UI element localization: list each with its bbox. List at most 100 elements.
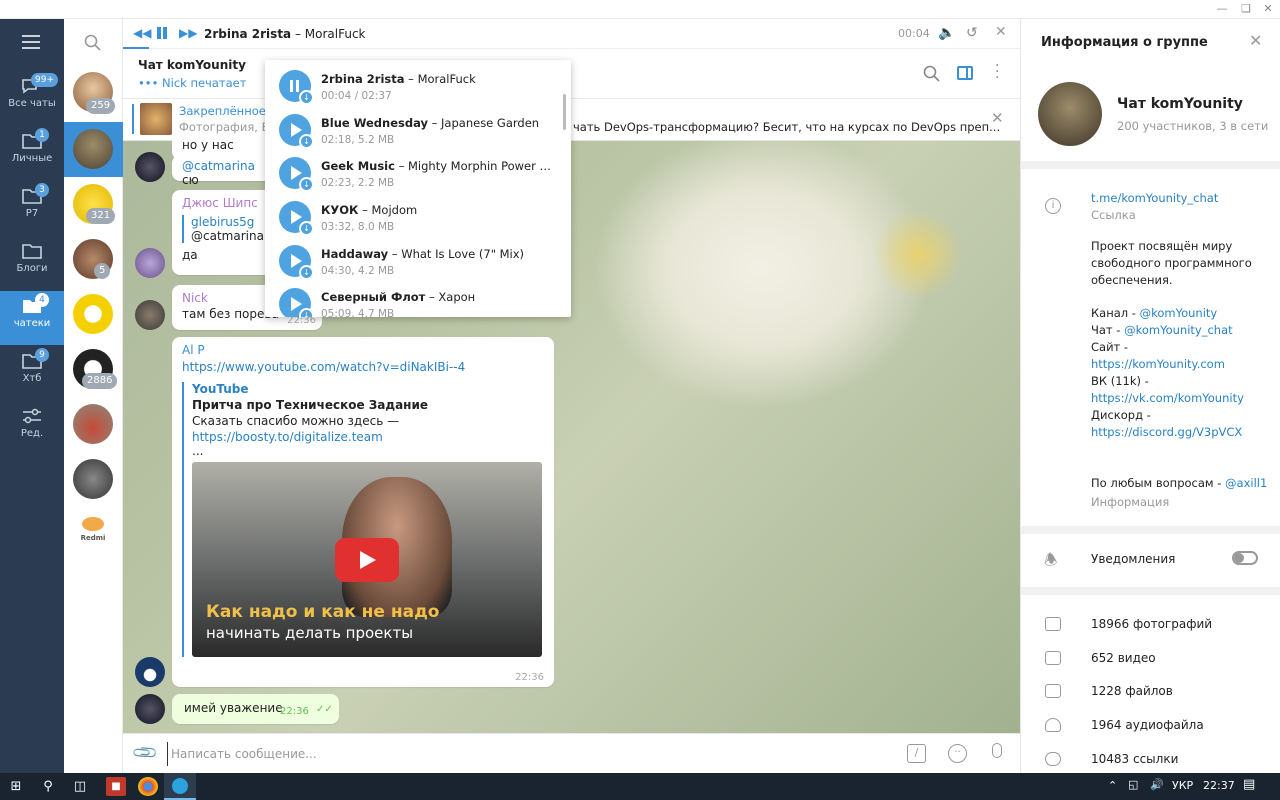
volume-icon[interactable]: 🔊 [1150,778,1164,791]
download-icon[interactable]: ↓ [299,134,314,149]
message-bubble[interactable]: Джюс Шипс glebirus5g @catmarina с да [172,190,274,275]
bot-commands-icon[interactable]: / [907,744,926,763]
microphone-icon[interactable] [992,743,1002,758]
description-text: Проект посвящён миру свободного программ… [1091,239,1252,287]
message-input[interactable]: Написать сообщение... [167,742,887,766]
search-icon[interactable] [84,34,102,55]
download-icon[interactable]: ↓ [299,308,314,317]
download-icon[interactable]: ↓ [299,90,314,105]
video-icon [1045,651,1061,665]
language-indicator[interactable]: УКР [1172,779,1193,792]
message-bubble-outgoing[interactable]: имей уважение 22:36 ✓✓ [172,694,339,724]
repeat-icon[interactable]: ↺ [966,25,978,41]
folder-label: Блоги [16,263,48,274]
questions-mention[interactable]: @axill1 [1225,476,1267,490]
message-avatar[interactable] [135,248,165,278]
message-author[interactable]: Al P [182,343,544,357]
track-title: – MoralFuck [404,72,476,86]
search-icon[interactable] [923,65,941,86]
more-icon[interactable]: · · · [995,59,999,85]
chat-title[interactable]: Чат komYounity [138,58,246,72]
folder-p7[interactable]: 3 P7 [0,181,64,235]
channel-link[interactable]: @komYounity [1140,306,1218,320]
media-files[interactable]: 1228 файлов [1091,684,1173,698]
read-checkmarks-icon: ✓✓ [316,704,333,715]
chrome-icon[interactable] [138,777,158,796]
menu-icon[interactable] [22,35,40,49]
close-player-icon[interactable]: ✕ [995,24,1007,40]
video-thumbnail[interactable]: Как надо и как не надо начинать делать п… [192,462,542,657]
playlist-track[interactable]: ↓ Blue Wednesday – Japanese Garden 02:18… [279,110,564,153]
folder-htb[interactable]: 9 Хтб [0,346,64,400]
maximize-icon[interactable]: ❏ [1238,2,1254,16]
tray-chevron-icon[interactable]: ⌃ [1108,779,1117,792]
discord-link[interactable]: https://discord.gg/V3pVCX [1091,424,1271,441]
volume-icon[interactable]: 🔈 [938,25,955,41]
chat-avatar[interactable] [73,294,113,334]
playlist-track[interactable]: ↓ 2rbina 2rista – MoralFuck 00:04 / 02:3… [279,66,564,109]
message-placeholder: Написать сообщение... [171,747,317,761]
download-icon[interactable]: ↓ [299,177,314,192]
message-link[interactable]: https://www.youtube.com/watch?v=diNakIBi… [182,360,544,374]
site-link[interactable]: https://komYounity.com [1091,356,1271,373]
clock[interactable]: 22:37 [1203,779,1235,792]
playlist-track[interactable]: ↓ КУОК – Mojdom 03:32, 8.0 MB [279,197,564,240]
next-track-icon[interactable]: ▶▶ [179,26,197,40]
task-view-icon[interactable]: ◫ [70,777,90,796]
track-info: 05:09, 4.7 MB [321,308,395,317]
message-mention[interactable]: @catmarina [182,159,255,173]
playlist-track[interactable]: ↓ Haddaway – What Is Love (7" Mix) 04:30… [279,241,564,284]
media-videos[interactable]: 652 видео [1091,651,1156,665]
media-audio[interactable]: 1964 аудиофайла [1091,718,1204,732]
app-icon[interactable]: ■ [106,777,126,796]
folder-edit[interactable]: Ред. [0,401,64,455]
track-info: 02:18, 5.2 MB [321,134,395,146]
notifications-toggle[interactable] [1232,551,1258,565]
message-avatar[interactable] [135,152,165,182]
now-playing[interactable]: 2rbina 2rista – MoralFuck [204,27,366,41]
folder-personal[interactable]: 1 Личные [0,126,64,180]
download-icon[interactable]: ↓ [299,221,314,236]
group-link[interactable]: t.me/komYounity_chat [1091,190,1271,207]
message-author[interactable]: Джюс Шипс [182,196,262,210]
chat-avatar[interactable] [73,404,113,444]
message-bubble[interactable]: @catmarina сю [172,155,272,187]
notifications-icon[interactable]: ▤ [1243,777,1255,792]
vk-link[interactable]: https://vk.com/komYounity [1091,390,1271,407]
message-bubble[interactable]: Al P https://www.youtube.com/watch?v=diN… [172,337,554,687]
chat-avatar[interactable] [73,459,113,499]
window-titlebar: — ❏ ✕ [0,0,1280,19]
close-pinned-icon[interactable]: ✕ [991,109,1004,127]
message-avatar[interactable] [135,300,165,330]
folder-all-chats[interactable]: 99+ Все чаты [0,71,64,125]
close-info-icon[interactable]: ✕ [1249,31,1262,50]
windows-start-icon[interactable]: ⊞ [6,777,26,796]
message-text: имей уважение [184,701,283,715]
pinned-preview-prefix: Фотография, Бе [179,120,277,134]
youtube-play-icon[interactable] [335,538,399,582]
pause-icon[interactable] [157,27,161,39]
chat-avatar[interactable] [73,129,113,169]
previous-track-icon[interactable]: ◀◀ [133,26,151,40]
minimize-icon[interactable]: — [1214,2,1230,16]
redmi-avatar[interactable]: Redmi [73,517,113,551]
preview-link[interactable]: https://boosty.to/digitalize.team [192,430,544,444]
playlist-track[interactable]: ↓ Северный Флот – Харон 05:09, 4.7 MB [279,284,564,317]
group-avatar[interactable] [1038,82,1102,146]
playlist-track[interactable]: ↓ Geek Music – Mighty Morphin Power Rang… [279,153,564,196]
sidebar-toggle-icon[interactable] [957,66,973,80]
message-avatar[interactable] [135,694,165,724]
telegram-taskbar-item[interactable] [164,773,196,800]
chat-link[interactable]: @komYounity_chat [1124,323,1233,337]
media-links[interactable]: 10483 ссылки [1091,752,1178,766]
emoji-icon[interactable]: ‧‧ [948,744,967,763]
attach-icon[interactable]: 📎 [131,738,160,767]
download-icon[interactable]: ↓ [299,265,314,280]
folder-chateki[interactable]: 4 чатеки [0,291,64,345]
media-photos[interactable]: 18966 фотографий [1091,617,1212,631]
search-icon[interactable]: ⚲ [38,777,58,796]
tray-icon[interactable]: ◱ [1128,778,1138,791]
folder-blogs[interactable]: Блоги [0,236,64,290]
message-avatar[interactable] [135,657,165,687]
close-window-icon[interactable]: ✕ [1260,2,1276,16]
